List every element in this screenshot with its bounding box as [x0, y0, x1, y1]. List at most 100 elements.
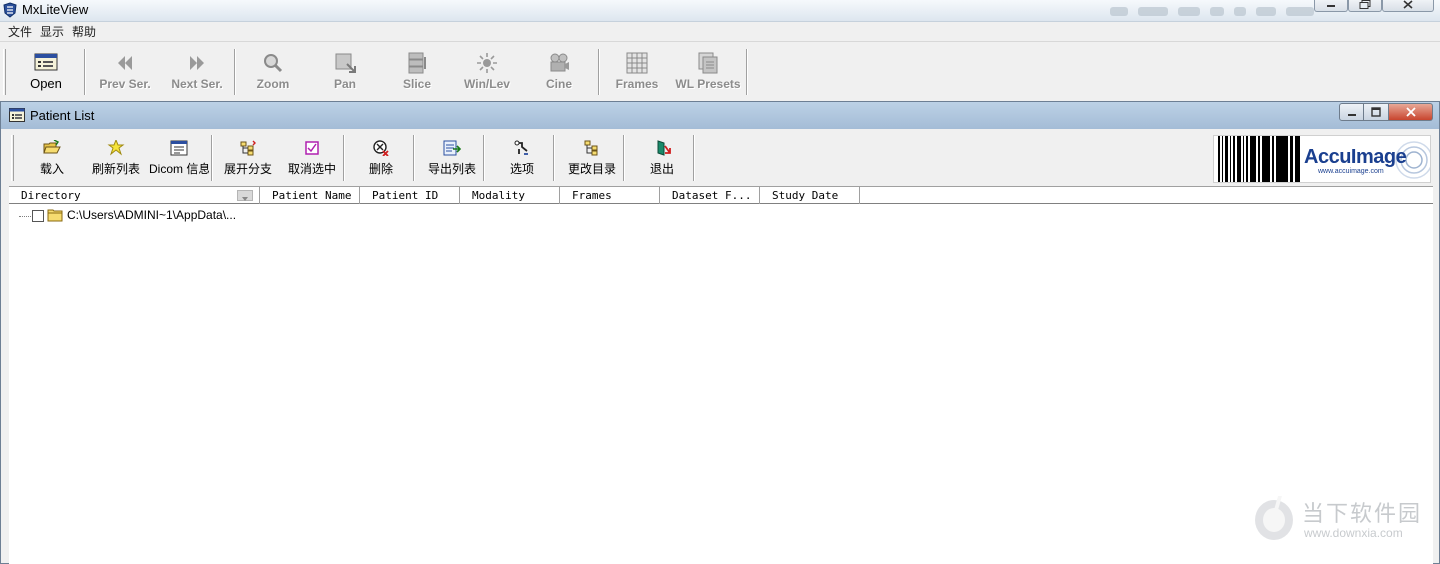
sort-dropdown-icon[interactable] [237, 190, 253, 201]
expand-branch-button[interactable]: 展开分支 [217, 135, 279, 181]
zoom-button[interactable]: Zoom [240, 49, 306, 97]
change-directory-icon [584, 140, 598, 156]
column-patient-name[interactable]: Patient Name [260, 187, 360, 204]
cine-label: Cine [545, 77, 572, 91]
open-label: Open [30, 76, 62, 91]
app-title-bar: MxLiteView [0, 0, 1440, 22]
window-level-button[interactable]: Win/Lev [452, 49, 522, 97]
frames-label: Frames [615, 77, 659, 91]
patient-tree-view[interactable]: C:\Users\ADMINI~1\AppData\... [9, 204, 1433, 564]
open-monitor-icon [34, 53, 58, 71]
blurred-taskbar-area [1110, 4, 1335, 18]
exit-icon [657, 140, 671, 156]
dicom-info-button[interactable]: Dicom 信息 [149, 135, 209, 181]
refresh-list-label: 刷新列表 [91, 162, 140, 176]
uncheck-icon [305, 141, 319, 155]
toolbar-separator [413, 135, 415, 181]
pan-button[interactable]: Pan [312, 49, 378, 97]
cine-icon [550, 53, 569, 72]
patient-minimize-button[interactable] [1339, 103, 1364, 121]
exit-label: 退出 [649, 162, 674, 176]
menu-help[interactable]: 帮助 [68, 22, 100, 41]
expand-branch-icon [240, 140, 256, 156]
toolbar-separator [234, 49, 236, 95]
column-frames[interactable]: Frames [560, 187, 660, 204]
exit-button[interactable]: 退出 [631, 135, 693, 181]
patient-list-title-bar[interactable]: Patient List [1, 102, 1439, 129]
change-directory-label: 更改目录 [567, 162, 616, 176]
column-modality-label: Modality [472, 189, 525, 202]
export-list-button[interactable]: 导出列表 [421, 135, 483, 181]
downxia-logo-icon [1255, 496, 1293, 540]
toolbar-separator [693, 135, 695, 181]
main-toolbar: Open Prev Ser. Next Ser. Zoom Pan Slice … [0, 43, 1440, 100]
window-level-label: Win/Lev [464, 77, 510, 91]
column-dataset-file[interactable]: Dataset F... [660, 187, 760, 204]
patient-window-controls [1339, 103, 1433, 121]
toolbar-separator [84, 49, 86, 95]
frames-button[interactable]: Frames [604, 49, 670, 97]
patient-maximize-button[interactable] [1364, 103, 1389, 121]
uncheck-selection-label: 取消选中 [287, 162, 336, 176]
tree-connector [19, 216, 33, 217]
slice-button[interactable]: Slice [384, 49, 450, 97]
folder-icon [47, 209, 63, 222]
toolbar-separator [598, 49, 600, 95]
star-refresh-icon [107, 140, 125, 156]
accuimage-logo: AccuImage www.accuimage.com [1213, 135, 1431, 183]
options-button[interactable]: 选项 [491, 135, 553, 181]
wl-presets-label: WL Presets [675, 77, 741, 91]
folder-open-icon [43, 140, 61, 154]
close-icon [1403, 0, 1413, 9]
load-button[interactable]: 载入 [21, 135, 83, 181]
delete-icon [373, 140, 389, 156]
toolbar-separator [553, 135, 555, 181]
next-series-label: Next Ser. [171, 77, 223, 91]
dicom-info-icon [170, 140, 188, 156]
column-study-date[interactable]: Study Date [760, 187, 860, 204]
prev-series-button[interactable]: Prev Ser. [90, 49, 160, 97]
accuimage-logo-text: AccuImage [1304, 146, 1407, 168]
column-directory[interactable]: Directory [9, 187, 260, 204]
patient-list-toolbar: 载入 刷新列表 Dicom 信息 展开分支 取消选中 删除 导出列表 选项 更改… [9, 133, 1433, 185]
toolbar-grip[interactable] [3, 49, 6, 95]
patient-close-button[interactable] [1389, 103, 1433, 121]
minimize-icon [1327, 5, 1335, 7]
export-list-icon [443, 140, 461, 156]
menu-file[interactable]: 文件 [4, 22, 36, 41]
column-patient-name-label: Patient Name [272, 189, 352, 202]
column-patient-id[interactable]: Patient ID [360, 187, 460, 204]
tree-directory-label: C:\Users\ADMINI~1\AppData\... [67, 208, 237, 222]
tree-row[interactable]: C:\Users\ADMINI~1\AppData\... [9, 206, 609, 224]
wl-presets-button[interactable]: WL Presets [672, 49, 744, 97]
window-controls [1314, 0, 1434, 12]
column-modality[interactable]: Modality [460, 187, 560, 204]
menu-view[interactable]: 显示 [36, 22, 68, 41]
refresh-list-button[interactable]: 刷新列表 [85, 135, 147, 181]
toolbar-separator [211, 135, 213, 181]
dicom-info-label: Dicom 信息 [149, 162, 209, 176]
next-series-button[interactable]: Next Ser. [162, 49, 232, 97]
options-label: 选项 [509, 162, 534, 176]
column-study-date-label: Study Date [772, 189, 839, 202]
uncheck-selection-button[interactable]: 取消选中 [281, 135, 343, 181]
delete-button[interactable]: 删除 [351, 135, 411, 181]
pan-icon [335, 53, 356, 73]
tree-checkbox[interactable] [32, 210, 44, 222]
delete-label: 删除 [368, 162, 393, 176]
cine-button[interactable]: Cine [526, 49, 592, 97]
minimize-button[interactable] [1314, 0, 1348, 12]
patient-list-window-icon [9, 108, 25, 122]
column-dataset-file-label: Dataset F... [672, 189, 752, 202]
toolbar-separator [623, 135, 625, 181]
restore-button[interactable] [1348, 0, 1382, 12]
open-button[interactable]: Open [12, 49, 80, 97]
change-directory-button[interactable]: 更改目录 [561, 135, 623, 181]
downxia-watermark: 当下软件园 www.downxia.com [1252, 494, 1432, 546]
toolbar-grip[interactable] [11, 135, 14, 181]
close-button[interactable] [1382, 0, 1434, 12]
expand-branch-label: 展开分支 [223, 162, 272, 176]
restore-icon [1359, 0, 1371, 9]
wl-presets-icon [698, 52, 718, 74]
next-series-icon [190, 56, 204, 70]
